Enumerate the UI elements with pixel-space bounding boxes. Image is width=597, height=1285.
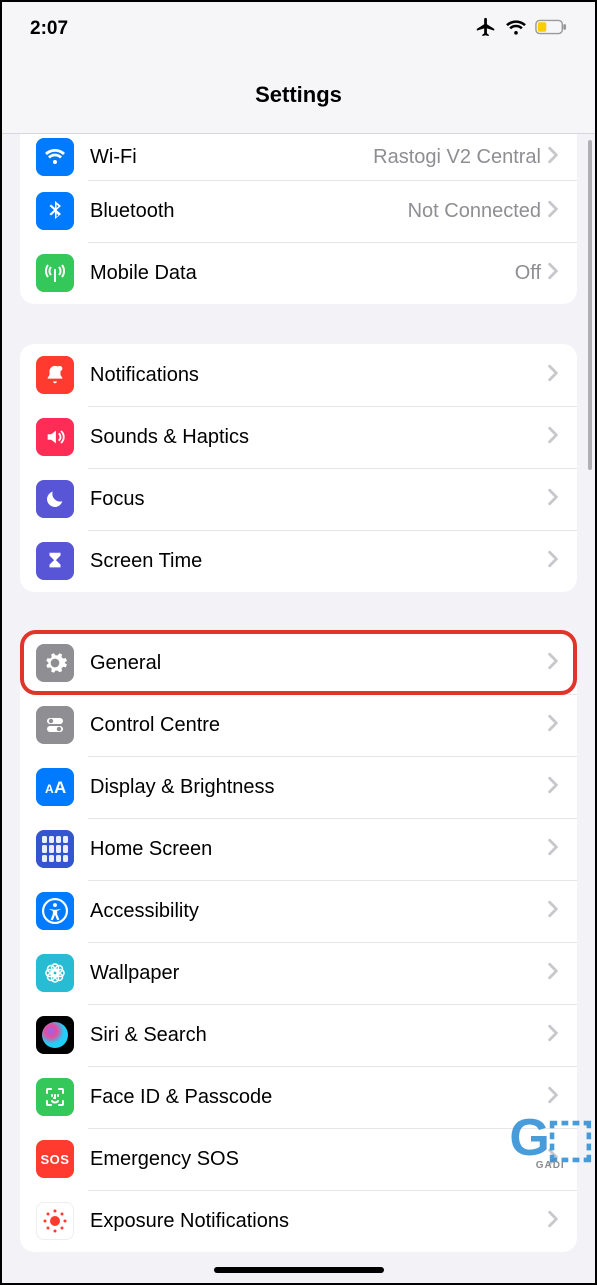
row-label: Accessibility (90, 900, 547, 923)
settings-row-siri-search[interactable]: Siri & Search (20, 1004, 577, 1066)
settings-row-wallpaper[interactable]: Wallpaper (20, 942, 577, 1004)
bell-icon (36, 356, 74, 394)
row-value: Off (515, 262, 541, 285)
chevron-right-icon (547, 200, 559, 223)
row-label: Notifications (90, 364, 547, 387)
chevron-right-icon (547, 550, 559, 573)
row-label: Siri & Search (90, 1024, 547, 1047)
chevron-right-icon (547, 1086, 559, 1109)
settings-row-sounds-haptics[interactable]: Sounds & Haptics (20, 406, 577, 468)
antenna-icon (36, 254, 74, 292)
row-label: Bluetooth (90, 200, 408, 223)
settings-row-general[interactable]: General (20, 632, 577, 694)
bluetooth-icon (36, 192, 74, 230)
wifi-icon (505, 18, 527, 41)
row-label: Home Screen (90, 838, 547, 861)
row-label: General (90, 652, 547, 675)
row-value: Rastogi V2 Central (373, 146, 541, 169)
settings-section: Wi-FiRastogi V2 CentralBluetoothNot Conn… (20, 134, 577, 304)
settings-row-home-screen[interactable]: Home Screen (20, 818, 577, 880)
svg-text:A: A (54, 778, 66, 797)
header: Settings (2, 56, 595, 134)
chevron-right-icon (547, 1024, 559, 1047)
battery-icon (535, 19, 567, 40)
scroll-indicator (588, 140, 592, 470)
chevron-right-icon (547, 488, 559, 511)
settings-row-control-centre[interactable]: Control Centre (20, 694, 577, 756)
svg-text:A: A (45, 782, 54, 796)
chevron-right-icon (547, 900, 559, 923)
settings-row-accessibility[interactable]: Accessibility (20, 880, 577, 942)
gear-icon (36, 644, 74, 682)
exposure-icon (36, 1202, 74, 1240)
chevron-right-icon (547, 426, 559, 449)
settings-row-notifications[interactable]: Notifications (20, 344, 577, 406)
row-label: Wi-Fi (90, 146, 373, 169)
status-bar: 2:07 (2, 2, 595, 56)
row-label: Focus (90, 488, 547, 511)
chevron-right-icon (547, 146, 559, 169)
chevron-right-icon (547, 714, 559, 737)
wifi-icon (36, 138, 74, 176)
page-title: Settings (255, 82, 342, 108)
homescreen-icon (36, 830, 74, 868)
chevron-right-icon (547, 262, 559, 285)
chevron-right-icon (547, 838, 559, 861)
settings-row-bluetooth[interactable]: BluetoothNot Connected (20, 180, 577, 242)
settings-row-exposure-notifications[interactable]: Exposure Notifications (20, 1190, 577, 1252)
settings-row-focus[interactable]: Focus (20, 468, 577, 530)
row-label: Display & Brightness (90, 776, 547, 799)
chevron-right-icon (547, 652, 559, 675)
row-label: Face ID & Passcode (90, 1086, 547, 1109)
settings-row-mobile-data[interactable]: Mobile DataOff (20, 242, 577, 304)
status-time: 2:07 (30, 18, 68, 40)
row-label: Mobile Data (90, 262, 515, 285)
row-label: Wallpaper (90, 962, 547, 985)
airplane-mode-icon (475, 16, 497, 43)
settings-list[interactable]: Wi-FiRastogi V2 CentralBluetoothNot Conn… (2, 134, 595, 1283)
row-label: Screen Time (90, 550, 547, 573)
chevron-right-icon (547, 1210, 559, 1233)
textsize-icon: AA (36, 768, 74, 806)
settings-row-face-id-passcode[interactable]: Face ID & Passcode (20, 1066, 577, 1128)
siri-icon (36, 1016, 74, 1054)
switches-icon (36, 706, 74, 744)
row-label: Exposure Notifications (90, 1210, 547, 1233)
settings-row-screen-time[interactable]: Screen Time (20, 530, 577, 592)
faceid-icon (36, 1078, 74, 1116)
chevron-right-icon (547, 364, 559, 387)
chevron-right-icon (547, 1148, 559, 1171)
row-label: Sounds & Haptics (90, 426, 547, 449)
row-label: Control Centre (90, 714, 547, 737)
wallpaper-icon (36, 954, 74, 992)
moon-icon (36, 480, 74, 518)
status-indicators (475, 16, 567, 43)
chevron-right-icon (547, 962, 559, 985)
row-value: Not Connected (408, 200, 541, 223)
speaker-icon (36, 418, 74, 456)
chevron-right-icon (547, 776, 559, 799)
settings-row-wi-fi[interactable]: Wi-FiRastogi V2 Central (20, 134, 577, 180)
home-indicator[interactable] (214, 1267, 384, 1273)
accessibility-icon (36, 892, 74, 930)
settings-row-display-brightness[interactable]: AA Display & Brightness (20, 756, 577, 818)
row-label: Emergency SOS (90, 1148, 547, 1171)
settings-section: General Control Centre AA Display & Brightn… (20, 632, 577, 1252)
settings-row-emergency-sos[interactable]: SOS Emergency SOS (20, 1128, 577, 1190)
settings-section: Notifications Sounds & Haptics Focus Screen… (20, 344, 577, 592)
sos-icon: SOS (36, 1140, 74, 1178)
hourglass-icon (36, 542, 74, 580)
